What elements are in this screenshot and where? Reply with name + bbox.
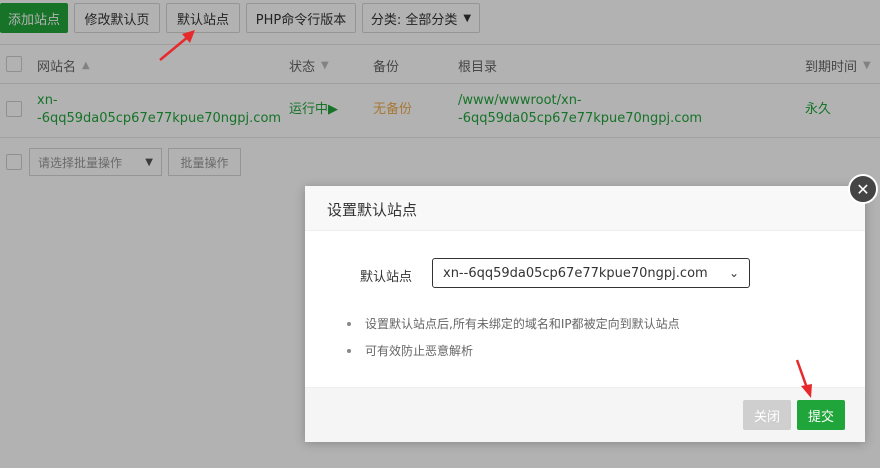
tip-item: 设置默认站点后,所有未绑定的域名和IP都被定向到默认站点: [345, 316, 680, 332]
submit-button[interactable]: 提交: [797, 400, 845, 430]
dialog-title: 设置默认站点: [327, 201, 418, 219]
dialog-footer: 关闭 提交: [305, 387, 865, 442]
default-site-label: 默认站点: [360, 270, 413, 285]
dialog-header: 设置默认站点: [305, 186, 865, 231]
chevron-down-icon: ⌄: [728, 266, 739, 280]
default-site-dialog: 设置默认站点 默认站点 xn--6qq59da05cp67e77kpue70ng…: [305, 186, 865, 442]
close-button[interactable]: 关闭: [743, 400, 791, 430]
default-site-select[interactable]: xn--6qq59da05cp67e77kpue70ngpj.com ⌄: [432, 258, 750, 288]
close-icon[interactable]: ✕: [848, 174, 878, 204]
default-site-value: xn--6qq59da05cp67e77kpue70ngpj.com: [443, 265, 708, 281]
tip-item: 可有效防止恶意解析: [345, 343, 680, 359]
tips-list: 设置默认站点后,所有未绑定的域名和IP都被定向到默认站点 可有效防止恶意解析: [345, 316, 680, 370]
